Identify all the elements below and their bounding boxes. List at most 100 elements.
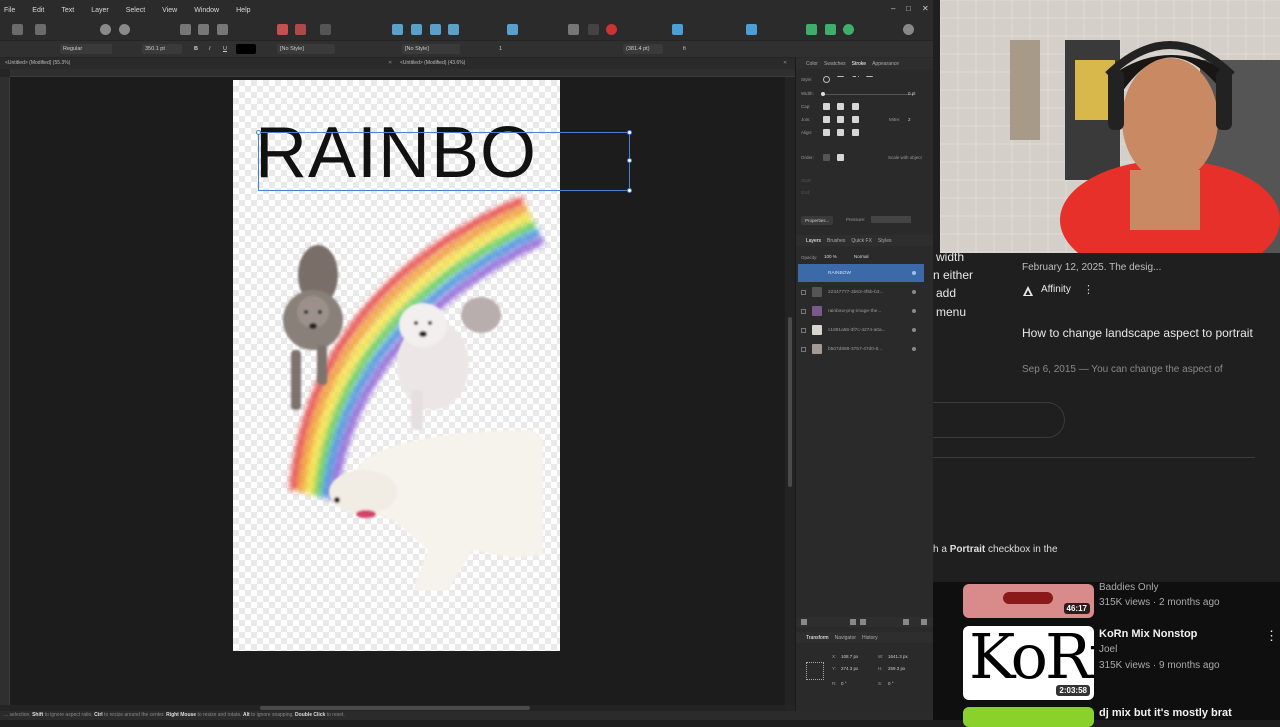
video-channel[interactable]: Joel (1099, 644, 1117, 655)
pressure-graph[interactable] (871, 216, 911, 223)
result-title-link[interactable]: How to change landscape aspect to portra… (1022, 324, 1262, 343)
character-style-select[interactable]: [No Style] (277, 44, 335, 54)
dashed-line-icon[interactable] (852, 76, 859, 83)
resize-handle[interactable] (627, 130, 632, 135)
flip-vertical-icon[interactable] (411, 24, 422, 35)
minimize-icon[interactable]: – (891, 4, 895, 13)
menu-text[interactable]: Text (61, 7, 74, 14)
show-more-button[interactable] (933, 402, 1065, 438)
tab-appearance[interactable]: Appearance (872, 61, 899, 67)
boolean-intersect-icon[interactable] (320, 24, 331, 35)
more-options-icon[interactable]: ⋮ (1265, 628, 1278, 644)
layer-row[interactable]: 22347777-3b63-4f5b-b3... (798, 283, 924, 301)
persona-icon[interactable] (12, 24, 23, 35)
video-thumbnail[interactable]: 46:17 (963, 584, 1094, 618)
solid-line-icon[interactable] (837, 76, 844, 83)
view-split-icon[interactable] (825, 24, 836, 35)
layer-row[interactable]: rainbow-png-image-the... (798, 302, 924, 320)
boolean-icon[interactable] (277, 24, 288, 35)
width-slider-handle[interactable] (821, 92, 825, 96)
tab-color[interactable]: Color (806, 61, 818, 67)
video-title[interactable]: KoRn Mix Nonstop (1099, 628, 1197, 640)
more-options-icon[interactable]: ⋮ (1083, 283, 1094, 296)
resize-handle[interactable] (627, 158, 632, 163)
tab-transform[interactable]: Transform (806, 635, 829, 641)
video-thumbnail[interactable] (963, 707, 1094, 727)
expand-icon[interactable] (801, 346, 806, 352)
no-stroke-icon[interactable] (823, 76, 830, 83)
font-size-input[interactable]: 350.1 pt (142, 44, 182, 54)
settings-icon[interactable] (100, 24, 111, 35)
x-input[interactable]: 108.7 px (841, 654, 858, 659)
align-inside-icon[interactable] (837, 129, 844, 136)
menu-layer[interactable]: Layer (91, 7, 109, 14)
scrollbar-thumb[interactable] (788, 317, 792, 487)
width-value[interactable]: 0 pt (908, 91, 916, 96)
y-input[interactable]: 274.3 px (841, 666, 858, 671)
brush-line-icon[interactable] (866, 76, 873, 83)
mitre-value[interactable]: 2 (908, 117, 911, 122)
tab-styles[interactable]: Styles (878, 238, 892, 244)
tab-close-icon[interactable]: ✕ (783, 60, 787, 66)
order-front-icon[interactable] (837, 154, 844, 161)
record-icon[interactable] (606, 24, 617, 35)
tab-swatches[interactable]: Swatches (824, 61, 846, 67)
join-round-icon[interactable] (837, 116, 844, 123)
menu-help[interactable]: Help (236, 7, 250, 14)
ligature-button[interactable]: fi (680, 44, 689, 54)
width-slider[interactable] (823, 94, 913, 95)
expand-icon[interactable] (801, 289, 806, 295)
layer-row[interactable]: RAINBOW (798, 264, 924, 282)
vertical-scrollbar[interactable] (785, 77, 795, 705)
cap-square-icon[interactable] (852, 103, 859, 110)
insert-icon[interactable] (568, 24, 579, 35)
layer-row[interactable]: c1881a56-3f7c-4274-a0a... (798, 321, 924, 339)
layer-options-icon[interactable] (801, 619, 807, 625)
menu-select[interactable]: Select (126, 7, 145, 14)
tab-stroke[interactable]: Stroke (852, 61, 866, 67)
font-style-select[interactable]: Regular (60, 44, 112, 54)
arrange-back-icon[interactable] (198, 24, 209, 35)
cap-round-icon[interactable] (837, 103, 844, 110)
align-center-icon[interactable] (823, 129, 830, 136)
video-title[interactable]: dj mix but it's mostly brat (1099, 707, 1232, 719)
italic-button[interactable]: I (206, 44, 214, 54)
view-pixel-icon[interactable] (843, 24, 854, 35)
s-input[interactable]: 0 ° (888, 681, 894, 686)
adjustment-icon[interactable] (860, 619, 866, 625)
tracking-input[interactable]: (381.4 pt) (623, 44, 663, 54)
scrollbar-thumb[interactable] (260, 706, 530, 710)
layer-visibility-dot[interactable] (912, 347, 916, 351)
layer-visibility-dot[interactable] (912, 271, 916, 275)
tab-layers[interactable]: Layers (806, 238, 821, 244)
snapping-icon[interactable] (119, 24, 130, 35)
color-picker-icon[interactable] (588, 24, 599, 35)
expand-icon[interactable] (801, 308, 806, 314)
menu-view[interactable]: View (162, 7, 177, 14)
boolean-subtract-icon[interactable] (295, 24, 306, 35)
video-channel[interactable]: Baddies Only (1099, 582, 1158, 593)
scale-with-object-checkbox[interactable]: Scale with object (888, 155, 922, 160)
paragraph-style-select[interactable]: [No Style] (402, 44, 460, 54)
snap-icon[interactable] (746, 24, 757, 35)
opacity-value[interactable]: 100 % (824, 254, 837, 259)
delete-layer-icon[interactable] (921, 619, 927, 625)
tab-document-1[interactable]: <Untitled> (Modified) (55.3%) (5, 60, 70, 66)
paragraph-indent[interactable]: 1 (496, 44, 505, 54)
tab-history[interactable]: History (862, 635, 878, 641)
text-selection-frame[interactable] (256, 130, 632, 193)
tab-navigator[interactable]: Navigator (835, 635, 856, 641)
mask-icon[interactable] (850, 619, 856, 625)
export-persona-icon[interactable] (35, 24, 46, 35)
blend-mode-select[interactable]: Normal (854, 254, 869, 259)
arrange-icon[interactable] (180, 24, 191, 35)
cap-butt-icon[interactable] (823, 103, 830, 110)
menu-edit[interactable]: Edit (32, 7, 44, 14)
layer-row[interactable]: b507d888-3757-47d0-8... (798, 340, 924, 358)
tab-close-icon[interactable]: ✕ (388, 60, 392, 66)
r-input[interactable]: 0 ° (841, 681, 847, 686)
w-input[interactable]: 1641.3 px (888, 654, 908, 659)
tab-quick-fx[interactable]: Quick FX (851, 238, 872, 244)
account-icon[interactable] (903, 24, 914, 35)
maximize-icon[interactable]: □ (906, 4, 911, 13)
